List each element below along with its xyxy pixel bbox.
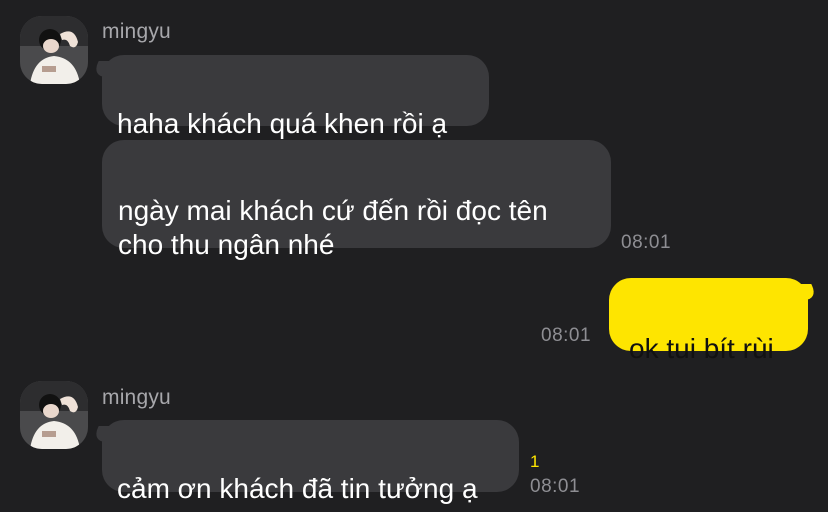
message-bubble[interactable]: ngày mai khách cứ đến rồi đọc tên cho th… xyxy=(102,140,611,260)
sender-name: mingyu xyxy=(102,20,171,43)
message-time: 08:01 xyxy=(541,325,592,346)
message-time: 08:01 xyxy=(621,232,672,253)
sender-avatar[interactable] xyxy=(20,381,88,449)
message-bubble[interactable]: haha khách quá khen rồi ạ xyxy=(102,55,489,139)
message-text: cảm ơn khách đã tin tưởng ạ xyxy=(117,473,478,504)
message-text: haha khách quá khen rồi ạ xyxy=(117,108,448,139)
message-text: ok tui bít rùi xyxy=(629,333,774,364)
sender-name: mingyu xyxy=(102,386,171,409)
unread-count: 1 xyxy=(530,452,540,471)
message-bubble[interactable]: cảm ơn khách đã tin tưởng ạ xyxy=(102,420,519,504)
profile-photo-icon xyxy=(20,381,88,449)
profile-photo-icon xyxy=(20,16,88,84)
sender-avatar[interactable] xyxy=(20,16,88,84)
message-time: 08:01 xyxy=(530,476,581,497)
outgoing-message-bubble[interactable]: ok tui bít rùi xyxy=(609,278,808,364)
message-text: ngày mai khách cứ đến rồi đọc tên cho th… xyxy=(118,195,548,260)
